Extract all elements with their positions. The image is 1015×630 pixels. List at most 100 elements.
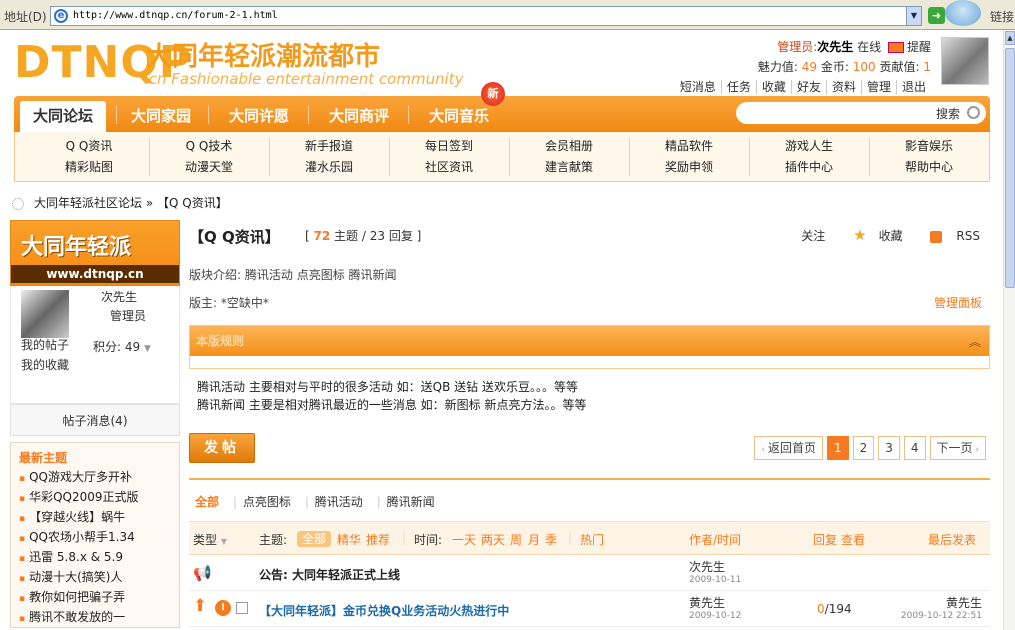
site-logo[interactable]: DTNQP 大同年轻派潮流都市 .cn Fashionable entertai…	[14, 40, 484, 90]
filter-hot[interactable]: 热门	[580, 531, 604, 548]
filter-digest[interactable]: 精华	[337, 531, 361, 548]
address-field[interactable]: e http://www.dtnqp.cn/forum-2-1.html	[50, 6, 920, 26]
subnav-item[interactable]: 动漫天堂	[149, 157, 269, 177]
filter-all[interactable]: 全部	[297, 531, 332, 547]
user-link-fav[interactable]: 收藏	[755, 80, 791, 94]
search-icon[interactable]	[967, 106, 980, 119]
latest-topic-item[interactable]: QQ农场小帮手1.34	[19, 528, 171, 548]
time-season[interactable]: 季	[545, 531, 557, 548]
subnav-item[interactable]: 社区资讯	[389, 157, 509, 177]
star-icon[interactable]: ★	[853, 226, 866, 244]
subnav-item[interactable]: 帮助中心	[869, 157, 989, 177]
latest-topic-item[interactable]: 教你如何把骗子弄	[19, 588, 171, 608]
subnav-item[interactable]: 精品软件	[629, 136, 749, 156]
user-link-pm[interactable]: 短消息	[675, 80, 721, 94]
post-messages[interactable]: 帖子消息(4)	[10, 404, 180, 436]
latest-topic-item[interactable]: 动漫十大(搞笑)人	[19, 568, 171, 588]
subnav-item[interactable]: 精彩贴图	[29, 157, 149, 177]
thread-author[interactable]: 黄先生	[689, 594, 725, 611]
next-page-button[interactable]: 下一页 ›	[929, 436, 986, 460]
type-icon[interactable]: 点亮图标	[243, 495, 291, 509]
page-3[interactable]: 3	[878, 436, 900, 460]
fav-button[interactable]: 收藏	[879, 229, 903, 243]
rss-icon[interactable]	[930, 230, 943, 243]
sidebar-banner[interactable]: 大同年轻派 www.dtnqp.cn	[10, 220, 180, 286]
user-link-logout[interactable]: 退出	[895, 80, 931, 94]
type-all[interactable]: 全部	[195, 495, 219, 509]
subnav-item[interactable]: Q Q资讯	[29, 136, 149, 156]
user-link-task[interactable]: 任务	[720, 80, 756, 94]
time-day[interactable]: 一天	[452, 531, 476, 548]
page-2[interactable]: 2	[852, 436, 875, 460]
latest-topic-item[interactable]: 腾讯不敢发放的一	[19, 608, 171, 628]
table-row[interactable]: ⬆ ! 【大同年轻派】金币兑换Q业务活动火热进行中 黄先生 2009-10-12…	[189, 591, 990, 627]
tab-home[interactable]: 大同家园	[118, 101, 204, 132]
user-name[interactable]: 次先生	[817, 40, 853, 54]
rss-button[interactable]: RSS	[956, 229, 980, 243]
subnav-item[interactable]: 每日签到	[389, 136, 509, 156]
filter-recommend[interactable]: 推荐	[366, 531, 390, 548]
back-home-button[interactable]: ‹ 返回首页	[754, 436, 823, 460]
subnav-item[interactable]: 会员相册	[509, 136, 629, 156]
tab-review[interactable]: 大同商评	[316, 101, 402, 132]
my-posts-link[interactable]: 我的帖子	[21, 336, 69, 353]
user-link-admin[interactable]: 管理	[860, 80, 896, 94]
tab-forum[interactable]: 大同论坛	[20, 101, 106, 132]
avatar[interactable]	[941, 37, 989, 85]
thread-author[interactable]: 次先生	[689, 558, 725, 575]
admin-panel-link[interactable]: 管理面板	[934, 294, 982, 311]
breadcrumb-home[interactable]: 大同年轻派社区论坛	[34, 196, 142, 210]
page-4[interactable]: 4	[903, 436, 926, 460]
search-input[interactable]: 搜索	[736, 102, 986, 124]
last-post-col[interactable]: 最后发表	[928, 531, 976, 548]
my-favs-link[interactable]: 我的收藏	[21, 356, 69, 373]
new-post-button[interactable]: 发帖	[189, 433, 255, 463]
collapse-icon[interactable]: ︽	[969, 333, 981, 350]
follow-button[interactable]: 关注	[801, 229, 825, 243]
sidebar-username[interactable]: 次先生	[101, 288, 137, 305]
subnav-item[interactable]: Q Q技术	[149, 136, 269, 156]
latest-topic-item[interactable]: 华彩QQ2009正式版	[19, 488, 171, 508]
last-poster[interactable]: 黄先生	[946, 594, 982, 611]
time-month[interactable]: 月	[528, 531, 540, 548]
thread-title[interactable]: 【大同年轻派】金币兑换Q业务活动火热进行中	[259, 602, 509, 619]
url-text[interactable]: http://www.dtnqp.cn/forum-2-1.html	[73, 10, 278, 21]
remind-link[interactable]: 提醒	[907, 40, 931, 54]
search-label[interactable]: 搜索	[936, 105, 960, 122]
subnav-item[interactable]: 影音娱乐	[869, 136, 989, 156]
scroll-up-icon[interactable]: ▲	[1005, 31, 1015, 45]
subnav-item[interactable]: 游戏人生	[749, 136, 869, 156]
type-activity[interactable]: 腾讯活动	[315, 495, 363, 509]
thread-checkbox[interactable]	[236, 602, 248, 614]
page-1[interactable]: 1	[826, 436, 849, 460]
view-col[interactable]: 查看	[841, 531, 865, 548]
links-label[interactable]: 链接	[990, 8, 1014, 25]
type-news[interactable]: 腾讯新闻	[387, 495, 435, 509]
latest-topic-item[interactable]: QQ游戏大厅多开补	[19, 468, 171, 488]
tab-wish[interactable]: 大同许愿	[216, 101, 302, 132]
scrollbar[interactable]: ▲	[1003, 30, 1015, 630]
points-dropdown[interactable]: 积分: 49 ▼	[93, 338, 151, 355]
envelope-icon[interactable]	[887, 42, 904, 53]
user-link-profile[interactable]: 资料	[825, 80, 861, 94]
scroll-thumb[interactable]	[1005, 48, 1015, 288]
table-row[interactable]: 📢 公告: 大同年轻派正式上线 次先生 2009-10-11	[189, 555, 990, 591]
subnav-item[interactable]: 灌水乐园	[269, 157, 389, 177]
time-week[interactable]: 周	[510, 531, 522, 548]
avatar[interactable]	[21, 290, 69, 338]
subnav-item[interactable]: 建言献策	[509, 157, 629, 177]
online-status[interactable]: 在线	[857, 40, 881, 54]
subnav-item[interactable]: 插件中心	[749, 157, 869, 177]
reply-col[interactable]: 回复	[813, 531, 837, 548]
subnav-item[interactable]: 奖励申领	[629, 157, 749, 177]
thread-title[interactable]: 公告: 大同年轻派正式上线	[259, 566, 400, 583]
author-col[interactable]: 作者/时间	[689, 531, 741, 548]
time-2day[interactable]: 两天	[481, 531, 505, 548]
go-icon[interactable]: ➜	[928, 7, 945, 24]
subnav-item[interactable]: 新手报道	[269, 136, 389, 156]
dropdown-arrow-icon[interactable]: ▼	[906, 6, 922, 26]
latest-topic-item[interactable]: 【穿越火线】蜗牛	[19, 508, 171, 528]
latest-topic-item[interactable]: 迅雷 5.8.x & 5.9	[19, 548, 171, 568]
type-dropdown[interactable]: 类型 ▼	[193, 531, 227, 548]
user-link-friends[interactable]: 好友	[790, 80, 826, 94]
